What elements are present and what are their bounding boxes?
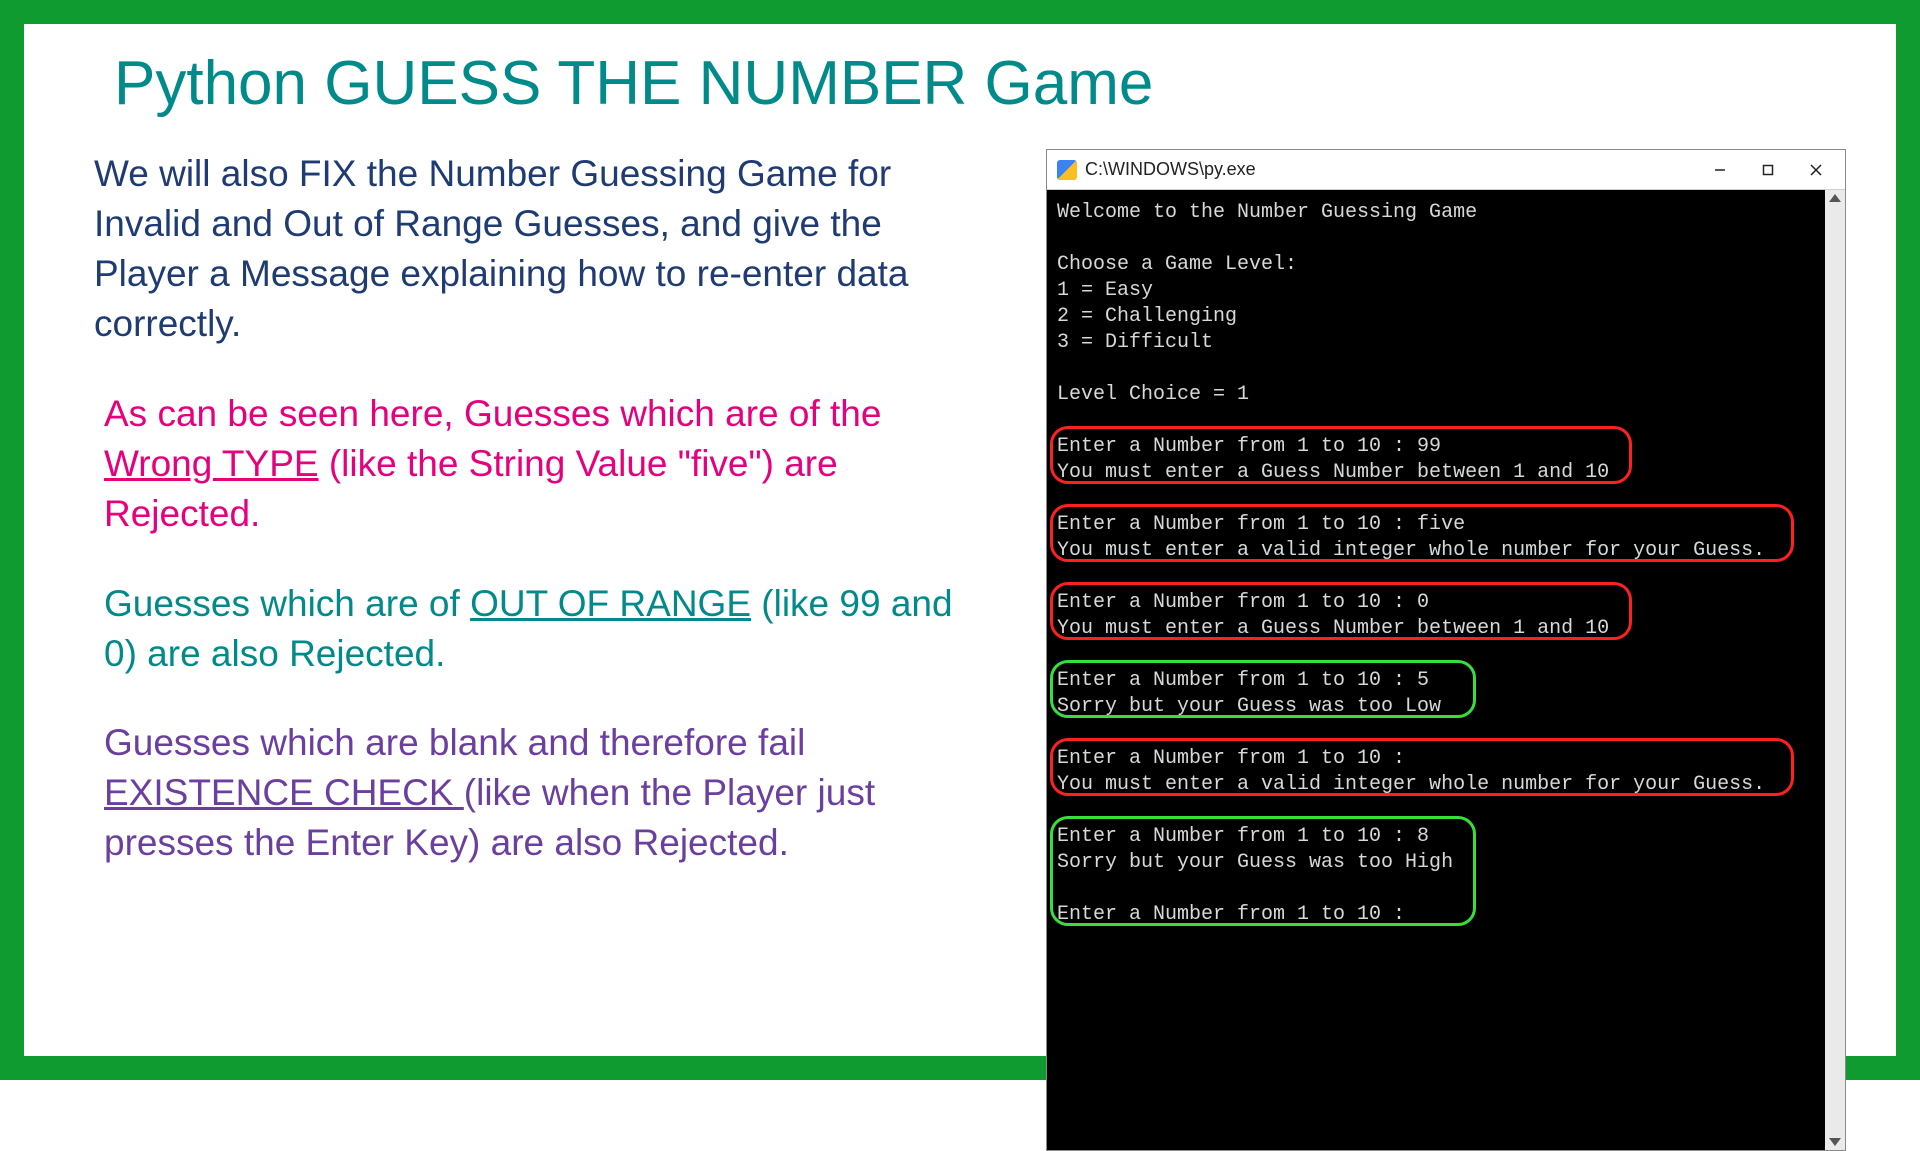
underline-out-of-range: OUT OF RANGE [470,583,751,624]
console-line: Choose a Game Level: [1057,253,1297,276]
page-title: Python GUESS THE NUMBER Game [114,48,1846,119]
vertical-scrollbar[interactable] [1825,190,1845,1150]
paragraph-out-of-range: Guesses which are of OUT OF RANGE (like … [104,579,976,679]
window-titlebar: C:\WINDOWS\py.exe [1047,150,1845,190]
close-icon [1809,163,1823,177]
console-line: Sorry but your Guess was too Low [1057,695,1441,718]
console-output: Welcome to the Number Guessing Game Choo… [1047,190,1825,1150]
window-title: C:\WINDOWS\py.exe [1085,159,1697,180]
underline-wrong-type: Wrong TYPE [104,443,319,484]
console-line: You must enter a valid integer whole num… [1057,539,1765,562]
slide-content: Python GUESS THE NUMBER Game We will als… [24,24,1896,1056]
console-line: Enter a Number from 1 to 10 : 8 [1057,825,1429,848]
paragraph-wrong-type: As can be seen here, Guesses which are o… [104,389,976,539]
window-controls [1697,154,1839,186]
console-line: You must enter a Guess Number between 1 … [1057,461,1609,484]
console-line: You must enter a valid integer whole num… [1057,773,1765,796]
maximize-button[interactable] [1745,154,1791,186]
scroll-down-icon [1829,1138,1841,1146]
console-line: Enter a Number from 1 to 10 : five [1057,513,1465,536]
close-button[interactable] [1793,154,1839,186]
left-text-column: We will also FIX the Number Guessing Gam… [94,149,976,1151]
columns: We will also FIX the Number Guessing Gam… [94,149,1846,1151]
text-run: As can be seen here, Guesses which are o… [104,393,881,434]
paragraph-intro: We will also FIX the Number Guessing Gam… [94,149,976,349]
underline-existence-check: EXISTENCE CHECK [104,772,464,813]
console-line: Level Choice = 1 [1057,383,1249,406]
console-line: You must enter a Guess Number between 1 … [1057,617,1609,640]
console-line: Enter a Number from 1 to 10 : 5 [1057,669,1429,692]
text-run: Guesses which are blank and therefore fa… [104,722,805,763]
console-line: 3 = Difficult [1057,331,1213,354]
console-body-wrap: Welcome to the Number Guessing Game Choo… [1047,190,1845,1150]
console-line: Enter a Number from 1 to 10 : [1057,747,1405,770]
paragraph-existence-check: Guesses which are blank and therefore fa… [104,718,976,868]
minimize-icon [1713,163,1727,177]
maximize-icon [1761,163,1775,177]
text-run: Guesses which are of [104,583,470,624]
minimize-button[interactable] [1697,154,1743,186]
console-line: Enter a Number from 1 to 10 : [1057,903,1405,926]
console-line: 1 = Easy [1057,279,1153,302]
console-line: Sorry but your Guess was too High [1057,851,1453,874]
python-icon [1057,160,1077,180]
right-column: C:\WINDOWS\py.exe [1006,149,1846,1151]
console-line: 2 = Challenging [1057,305,1237,328]
slide-frame: Python GUESS THE NUMBER Game We will als… [0,0,1920,1080]
console-line: Welcome to the Number Guessing Game [1057,201,1477,224]
console-line: Enter a Number from 1 to 10 : 99 [1057,435,1441,458]
scroll-up-icon [1829,194,1841,202]
console-line: Enter a Number from 1 to 10 : 0 [1057,591,1429,614]
console-window: C:\WINDOWS\py.exe [1046,149,1846,1151]
